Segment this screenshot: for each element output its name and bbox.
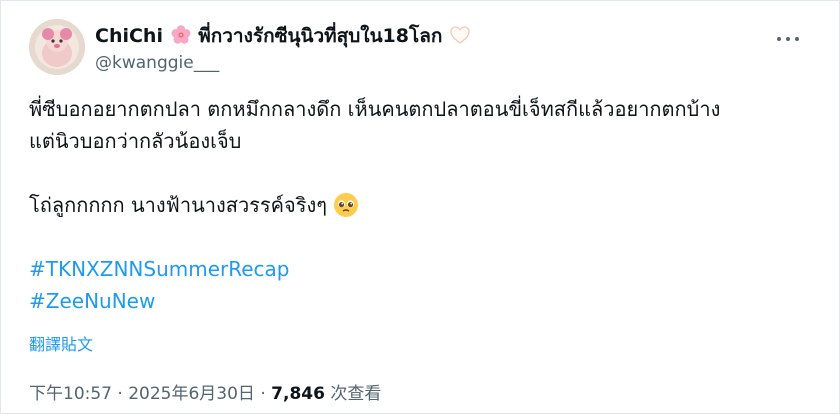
tweet-text-line: พี่ซีบอกอยากตกปลา ตกหมึกกลางดึก เห็นคนตก…: [29, 97, 721, 121]
display-name-text: ChiChi: [95, 25, 163, 47]
avatar[interactable]: [29, 19, 85, 75]
tweet-meta: 下午10:57 · 2025年6月30日 · 7,846 次查看: [29, 379, 381, 404]
meta-separator: ·: [117, 384, 123, 404]
hashtag-link[interactable]: #TKNXZNNSummerRecap: [29, 253, 290, 285]
author-info: ChiChi พี่กวางรักซีนุนิวที่สุบใน18โลก @k…: [95, 23, 471, 75]
display-name-suffix: พี่กวางรักซีนุนิวที่สุบใน18โลก: [198, 25, 443, 47]
tweet-date[interactable]: 2025年6月30日: [128, 384, 255, 404]
tweet-card: ChiChi พี่กวางรักซีนุนิวที่สุบใน18โลก @k…: [0, 0, 840, 414]
more-horizontal-icon[interactable]: [775, 29, 801, 49]
white-heart-icon: [450, 26, 470, 44]
handle[interactable]: @kwanggie___: [95, 51, 471, 75]
meta-separator: ·: [260, 384, 266, 404]
hashtag-line: #ZeeNuNew: [29, 285, 819, 317]
tweet-header: ChiChi พี่กวางรักซีนุนิวที่สุบใน18โลก @k…: [29, 19, 819, 79]
tweet-time[interactable]: 下午10:57: [29, 384, 112, 404]
tweet-text-line: โถ่ลูกกกกก นางฟ้านางสวรรค์จริงๆ: [29, 189, 819, 221]
hashtag-line: #TKNXZNNSummerRecap: [29, 253, 819, 285]
pleading-face-icon: [334, 193, 359, 217]
tweet-text-segment: โถ่ลูกกกกก นางฟ้านางสวรรค์จริงๆ: [29, 193, 328, 217]
views-label: 次查看: [330, 384, 382, 404]
translate-post-link[interactable]: 翻譯貼文: [29, 331, 93, 355]
tweet-text-line: แต่นิวบอกว่ากลัวน้องเจ็บ: [29, 129, 242, 153]
display-name[interactable]: ChiChi พี่กวางรักซีนุนิวที่สุบใน18โลก: [95, 23, 471, 49]
views-count: 7,846: [271, 384, 325, 404]
cherry-blossom-icon: [171, 25, 191, 44]
hashtag-link[interactable]: #ZeeNuNew: [29, 285, 155, 317]
tweet-text: พี่ซีบอกอยากตกปลา ตกหมึกกลางดึก เห็นคนตก…: [29, 93, 819, 317]
